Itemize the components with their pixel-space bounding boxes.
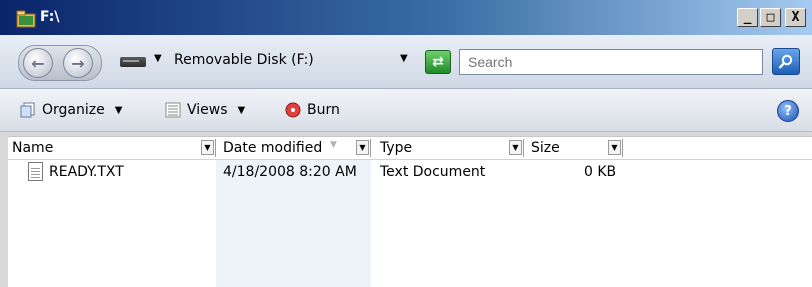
organize-dropdown-icon: ▼ (114, 104, 123, 116)
size-column-dropdown-icon[interactable]: ▼ (608, 140, 621, 155)
column-headers: Name ▼ Date modified ▼ ▼ Type ▼ Size ▼ (8, 136, 812, 160)
file-date-modified: 4/18/2008 8:20 AM (223, 164, 357, 180)
column-header-name[interactable]: Name (12, 137, 53, 159)
burn-label: Burn (307, 102, 340, 118)
views-label: Views (187, 102, 228, 118)
folder-icon (16, 9, 36, 28)
forward-button[interactable]: → (63, 48, 93, 78)
text-document-icon (28, 162, 43, 181)
views-icon (165, 102, 181, 118)
address-field[interactable]: ▼ Removable Disk (F:) ▼ (118, 48, 454, 75)
column-divider[interactable] (370, 139, 371, 157)
file-list: READY.TXT 4/18/2008 8:20 AM Text Documen… (8, 160, 812, 287)
refresh-button[interactable]: ⇄ (425, 50, 451, 74)
search-icon (778, 54, 793, 69)
command-bar: Organize ▼ Views ▼ Burn ? (0, 89, 812, 132)
views-button[interactable]: Views ▼ (165, 102, 245, 118)
column-header-date-modified[interactable]: Date modified (223, 137, 322, 159)
close-button[interactable]: X (785, 8, 806, 27)
burn-disc-icon (285, 102, 301, 118)
navigation-buttons: ← → (18, 45, 102, 81)
minimize-button[interactable]: _ (737, 8, 758, 27)
file-row[interactable]: READY.TXT 4/18/2008 8:20 AM Text Documen… (8, 162, 812, 184)
help-button[interactable]: ? (777, 100, 799, 122)
close-icon: X (791, 10, 800, 25)
file-name[interactable]: READY.TXT (49, 164, 124, 180)
breadcrumb-arrow-icon[interactable]: ▼ (154, 53, 162, 64)
column-divider[interactable] (215, 139, 216, 157)
address-bar: ← → ▼ Removable Disk (F:) ▼ ⇄ (0, 35, 812, 89)
file-type: Text Document (380, 164, 486, 180)
back-arrow-icon: ← (31, 53, 45, 73)
name-column-dropdown-icon[interactable]: ▼ (201, 140, 214, 155)
refresh-icon: ⇄ (432, 54, 444, 70)
window-controls: _ □ X (737, 8, 806, 27)
column-divider[interactable] (622, 139, 623, 157)
address-dropdown-icon[interactable]: ▼ (400, 53, 408, 64)
column-header-size[interactable]: Size (531, 137, 560, 159)
removable-disk-icon (120, 57, 146, 67)
help-icon: ? (784, 103, 792, 119)
title-bar: F:\ _ □ X (0, 0, 812, 35)
minimize-icon: _ (743, 10, 752, 25)
window-title: F:\ (40, 9, 60, 25)
organize-icon (20, 102, 36, 118)
organize-label: Organize (42, 102, 105, 118)
search-button[interactable] (772, 48, 800, 75)
forward-arrow-icon: → (71, 53, 85, 73)
maximize-button[interactable]: □ (760, 8, 781, 27)
date-column-dropdown-icon[interactable]: ▼ (356, 140, 369, 155)
search-input[interactable] (460, 50, 762, 74)
column-divider[interactable] (523, 139, 524, 157)
views-dropdown-icon: ▼ (237, 104, 246, 116)
column-header-type[interactable]: Type (380, 137, 412, 159)
back-button[interactable]: ← (23, 48, 53, 78)
type-column-dropdown-icon[interactable]: ▼ (509, 140, 522, 155)
file-size: 0 KB (584, 164, 617, 180)
address-location[interactable]: Removable Disk (F:) (174, 52, 314, 68)
organize-button[interactable]: Organize ▼ (20, 102, 122, 118)
maximize-icon: □ (766, 10, 775, 25)
burn-button[interactable]: Burn (285, 102, 340, 118)
search-box[interactable] (459, 49, 763, 75)
sort-indicator-icon: ▼ (330, 140, 337, 150)
